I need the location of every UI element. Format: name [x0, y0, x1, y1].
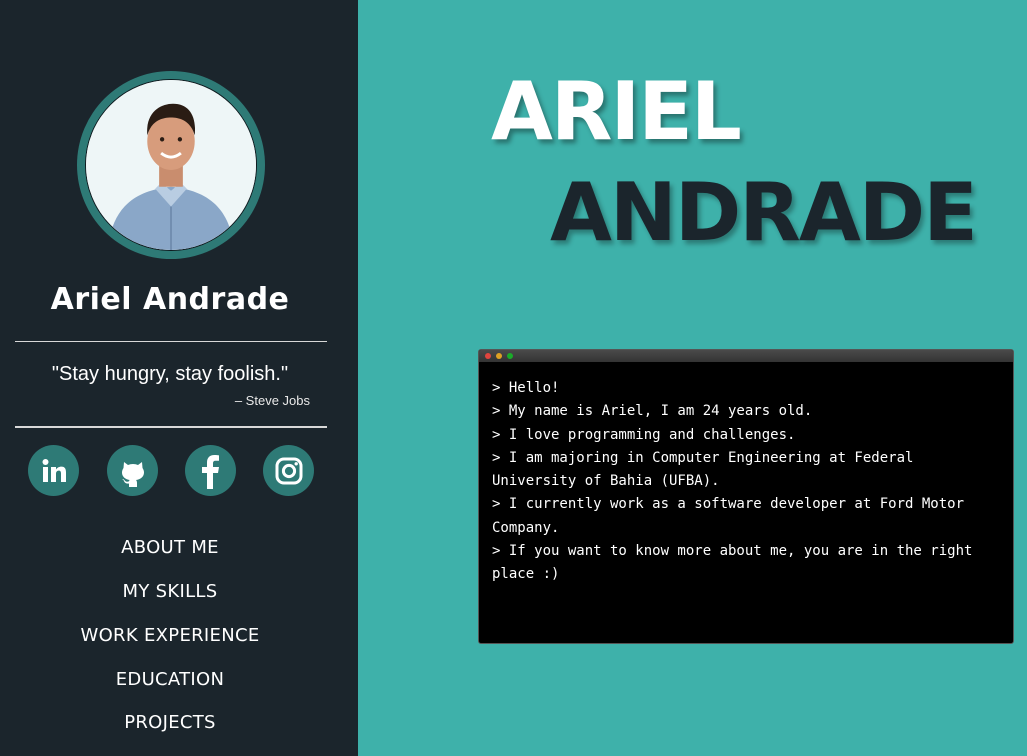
- terminal-window: > Hello! > My name is Ariel, I am 24 yea…: [478, 349, 1014, 644]
- sidebar: Ariel Andrade "Stay hungry, stay foolish…: [0, 0, 358, 756]
- linkedin-icon: [42, 458, 66, 482]
- maximize-dot-icon: [507, 353, 513, 359]
- divider: [15, 341, 327, 342]
- avatar-ring: [77, 71, 265, 259]
- terminal-line: > Hello!: [492, 380, 560, 396]
- github-icon: [121, 461, 144, 487]
- hero-first-name: ARIEL: [491, 65, 742, 158]
- nav-item-projects[interactable]: PROJECTS: [0, 712, 340, 733]
- github-link[interactable]: [107, 445, 158, 496]
- terminal-line: > I am majoring in Computer Engineering …: [492, 449, 922, 490]
- profile-name: Ariel Andrade: [50, 282, 290, 317]
- divider: [15, 426, 327, 428]
- nav-item-education[interactable]: EDUCATION: [0, 669, 340, 690]
- terminal-body: > Hello! > My name is Ariel, I am 24 yea…: [479, 362, 1013, 587]
- minimize-dot-icon: [496, 353, 502, 359]
- quote-author: – Steve Jobs: [234, 393, 310, 408]
- instagram-link[interactable]: [263, 445, 314, 496]
- linkedin-link[interactable]: [28, 445, 79, 496]
- social-links: [28, 445, 328, 497]
- nav-item-work-experience[interactable]: WORK EXPERIENCE: [0, 625, 340, 646]
- close-dot-icon: [485, 353, 491, 359]
- facebook-icon: [201, 454, 219, 489]
- terminal-line: > I currently work as a software develop…: [492, 496, 973, 536]
- hero-last-name: ANDRADE: [550, 166, 978, 259]
- instagram-icon: [275, 457, 302, 484]
- nav-item-my-skills[interactable]: MY SKILLS: [0, 581, 340, 602]
- profile-quote: "Stay hungry, stay foolish.": [51, 363, 289, 385]
- terminal-line: > I love programming and challenges.: [492, 426, 796, 443]
- facebook-link[interactable]: [185, 445, 236, 496]
- terminal-title-bar: [479, 350, 1013, 362]
- nav-item-about-me[interactable]: ABOUT ME: [0, 537, 340, 558]
- terminal-line: > If you want to know more about me, you…: [492, 543, 981, 583]
- terminal-line: > My name is Ariel, I am 24 years old.: [492, 403, 813, 420]
- profile-photo: [86, 80, 256, 250]
- avatar: [85, 79, 257, 251]
